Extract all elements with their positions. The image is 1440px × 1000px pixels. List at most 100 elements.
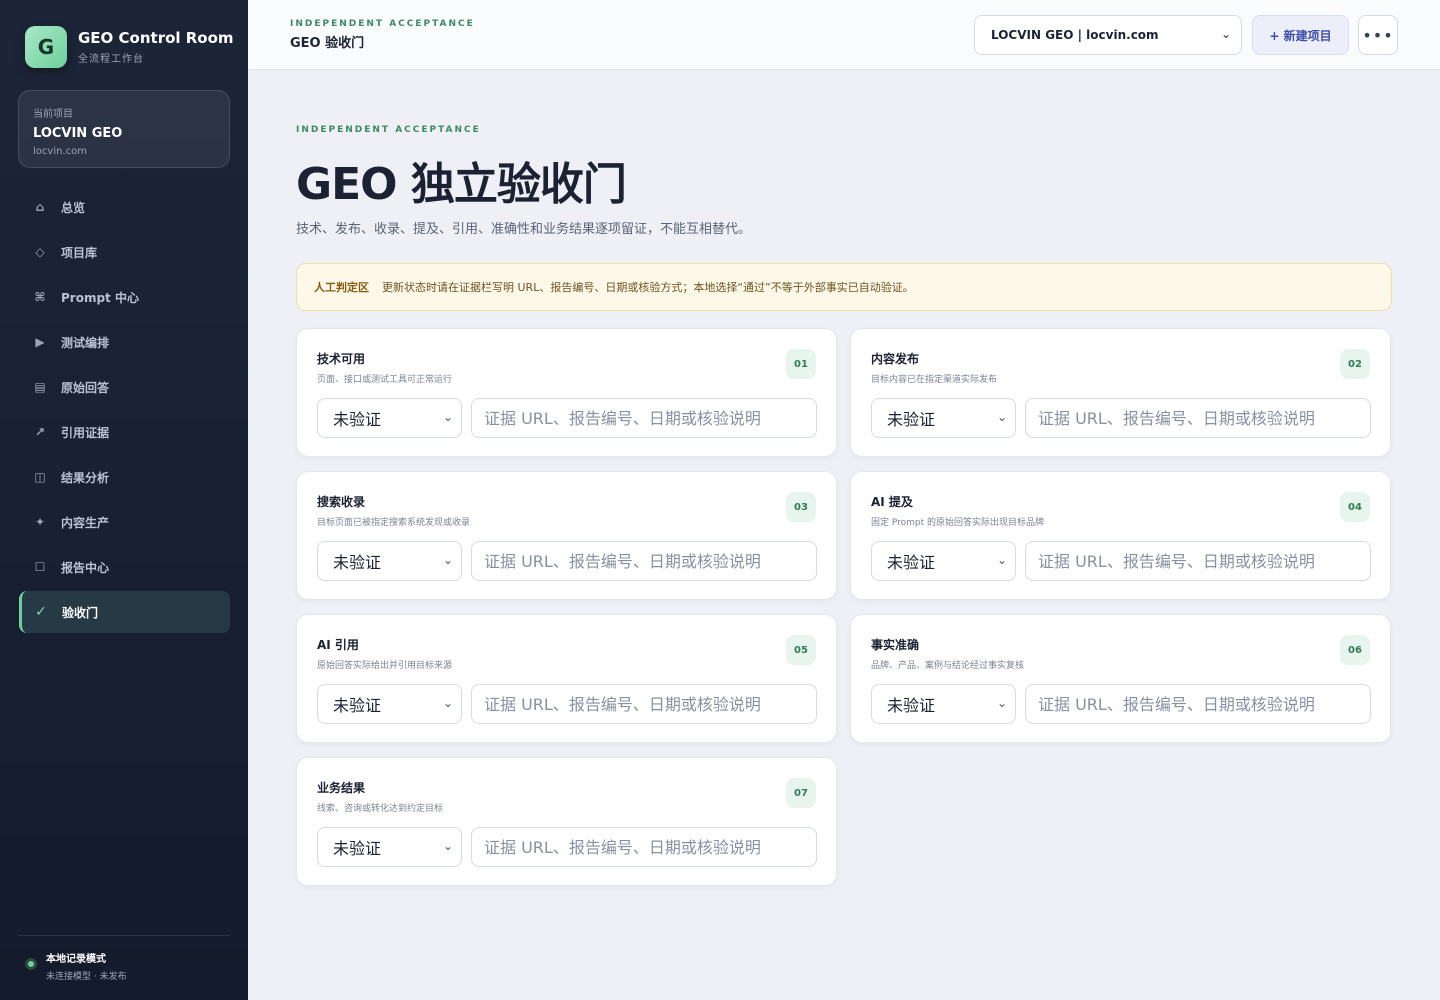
home-icon: ⌂ bbox=[35, 200, 45, 214]
sidebar-item-acceptance-gate[interactable]: ✓ 验收门 bbox=[19, 591, 230, 633]
gate-card-number: 01 bbox=[786, 349, 816, 379]
status-select-value: 未验证 bbox=[333, 410, 382, 429]
diamond-icon: ◇ bbox=[35, 245, 45, 259]
gate-card-title: 技术可用 bbox=[317, 352, 366, 366]
evidence-input[interactable] bbox=[1025, 684, 1371, 724]
chevron-down-icon: ⌄ bbox=[996, 696, 1007, 710]
sidebar-item-citations[interactable]: ↗ 引用证据 bbox=[19, 411, 230, 453]
chevron-down-icon: ⌄ bbox=[996, 410, 1007, 424]
gate-card-title: AI 提及 bbox=[871, 495, 913, 509]
status-select[interactable]: 未验证 ⌄ bbox=[317, 398, 462, 438]
current-project-name: LOCVIN GEO bbox=[33, 126, 123, 141]
current-project-domain: locvin.com bbox=[33, 146, 87, 157]
gate-card-subtitle: 固定 Prompt 的原始回答实际出现目标品牌 bbox=[871, 518, 1045, 528]
sparkle-icon: ✦ bbox=[34, 515, 46, 529]
status-select[interactable]: 未验证 ⌄ bbox=[871, 541, 1016, 581]
evidence-input[interactable] bbox=[471, 684, 817, 724]
gate-card-title: AI 引用 bbox=[317, 638, 359, 652]
evidence-input[interactable] bbox=[471, 398, 817, 438]
evidence-input[interactable] bbox=[471, 541, 817, 581]
sidebar-item-label: 测试编排 bbox=[61, 335, 110, 350]
chevron-down-icon: ⌄ bbox=[1220, 27, 1231, 41]
gate-card-ai-citation: AI 引用 原始回答实际给出并引用目标来源 05 未验证 ⌄ bbox=[296, 614, 837, 743]
gate-card-subtitle: 目标页面已被指定搜索系统发现或收录 bbox=[317, 518, 471, 528]
gate-card-indexing: 搜索收录 目标页面已被指定搜索系统发现或收录 03 未验证 ⌄ bbox=[296, 471, 837, 600]
gate-card-number: 07 bbox=[786, 778, 816, 808]
chevron-down-icon: ⌄ bbox=[442, 410, 453, 424]
sidebar-item-label: Prompt 中心 bbox=[61, 290, 139, 305]
new-project-button[interactable]: + 新建项目 bbox=[1252, 15, 1349, 55]
status-select-value: 未验证 bbox=[887, 696, 936, 715]
gate-card-technical: 技术可用 页面、接口或测试工具可正常运行 01 未验证 ⌄ bbox=[296, 328, 837, 457]
status-select-value: 未验证 bbox=[887, 553, 936, 572]
sidebar-item-test-orchestration[interactable]: ▶ 测试编排 bbox=[19, 321, 230, 363]
status-select[interactable]: 未验证 ⌄ bbox=[317, 684, 462, 724]
mode-subtitle: 未连接模型 · 未发布 bbox=[46, 972, 127, 982]
status-select-value: 未验证 bbox=[887, 410, 936, 429]
evidence-input[interactable] bbox=[471, 827, 817, 867]
sidebar-item-reports[interactable]: ☐ 报告中心 bbox=[19, 546, 230, 588]
more-options-button[interactable]: ••• bbox=[1358, 15, 1398, 55]
gate-card-title: 内容发布 bbox=[871, 352, 920, 366]
command-icon: ⌘ bbox=[34, 290, 46, 304]
gate-card-subtitle: 页面、接口或测试工具可正常运行 bbox=[317, 375, 453, 385]
chevron-down-icon: ⌄ bbox=[442, 553, 453, 567]
more-icon: ••• bbox=[1362, 25, 1394, 45]
current-project-card[interactable]: 当前项目 LOCVIN GEO locvin.com bbox=[18, 90, 230, 168]
sidebar-item-label: 总览 bbox=[61, 200, 86, 215]
sidebar-item-overview[interactable]: ⌂ 总览 bbox=[19, 186, 230, 228]
gate-card-number: 03 bbox=[786, 492, 816, 522]
sidebar-item-label: 结果分析 bbox=[61, 470, 110, 485]
brand: G GEO Control Room 全流程工作台 bbox=[25, 26, 234, 68]
gate-card-fact-accuracy: 事实准确 品牌、产品、案例与结论经过事实复核 06 未验证 ⌄ bbox=[850, 614, 1391, 743]
chevron-down-icon: ⌄ bbox=[996, 553, 1007, 567]
document-icon: ▤ bbox=[34, 380, 46, 394]
gate-card-number: 05 bbox=[786, 635, 816, 665]
check-icon: ✓ bbox=[35, 604, 47, 620]
sidebar-item-label: 引用证据 bbox=[61, 425, 110, 440]
gate-card-number: 06 bbox=[1340, 635, 1370, 665]
sidebar-item-prompts[interactable]: ⌘ Prompt 中心 bbox=[19, 276, 230, 318]
current-project-label: 当前项目 bbox=[33, 109, 73, 120]
status-select-value: 未验证 bbox=[333, 839, 382, 858]
notice-label: 人工判定区 bbox=[314, 281, 369, 294]
notice-text: 更新状态时请在证据栏写明 URL、报告编号、日期或核验方式；本地选择“通过”不等… bbox=[382, 281, 914, 294]
brand-logo-icon: G bbox=[25, 26, 67, 68]
sidebar-item-analysis[interactable]: ◫ 结果分析 bbox=[19, 456, 230, 498]
chevron-down-icon: ⌄ bbox=[442, 696, 453, 710]
gate-card-number: 04 bbox=[1340, 492, 1370, 522]
page-title: GEO 独立验收门 bbox=[296, 159, 627, 210]
status-select[interactable]: 未验证 ⌄ bbox=[871, 684, 1016, 724]
arrow-up-right-icon: ↗ bbox=[34, 425, 46, 439]
app-subtitle: 全流程工作台 bbox=[78, 54, 144, 65]
app-title: GEO Control Room bbox=[78, 29, 234, 47]
gate-card-subtitle: 品牌、产品、案例与结论经过事实复核 bbox=[871, 661, 1025, 671]
columns-icon: ◫ bbox=[34, 470, 46, 484]
sidebar-item-label: 项目库 bbox=[61, 245, 98, 260]
sidebar-item-label: 内容生产 bbox=[61, 515, 110, 530]
sidebar-item-projects[interactable]: ◇ 项目库 bbox=[19, 231, 230, 273]
gate-card-business-result: 业务结果 线索、咨询或转化达到约定目标 07 未验证 ⌄ bbox=[296, 757, 837, 886]
status-select[interactable]: 未验证 ⌄ bbox=[317, 541, 462, 581]
sidebar-nav: ⌂ 总览 ◇ 项目库 ⌘ Prompt 中心 ▶ 测试编排 ▤ 原始回答 ↗ 引… bbox=[19, 186, 230, 636]
sidebar-item-content[interactable]: ✦ 内容生产 bbox=[19, 501, 230, 543]
sidebar-item-raw-answers[interactable]: ▤ 原始回答 bbox=[19, 366, 230, 408]
sidebar-item-label: 原始回答 bbox=[61, 380, 110, 395]
topbar: INDEPENDENT ACCEPTANCE GEO 验收门 LOCVIN GE… bbox=[248, 0, 1440, 70]
evidence-input[interactable] bbox=[1025, 398, 1371, 438]
status-select[interactable]: 未验证 ⌄ bbox=[871, 398, 1016, 438]
evidence-input[interactable] bbox=[1025, 541, 1371, 581]
status-dot-icon bbox=[25, 958, 37, 970]
status-select[interactable]: 未验证 ⌄ bbox=[317, 827, 462, 867]
topbar-eyebrow: INDEPENDENT ACCEPTANCE bbox=[290, 19, 475, 29]
mode-status: 本地记录模式 未连接模型 · 未发布 bbox=[25, 950, 127, 982]
status-select-value: 未验证 bbox=[333, 553, 382, 572]
mode-title: 本地记录模式 bbox=[46, 954, 106, 965]
gate-card-number: 02 bbox=[1340, 349, 1370, 379]
sidebar-divider bbox=[18, 935, 230, 936]
gate-card-subtitle: 线索、咨询或转化达到约定目标 bbox=[317, 804, 444, 814]
sidebar-item-label: 报告中心 bbox=[61, 560, 110, 575]
project-select[interactable]: LOCVIN GEO | locvin.com ⌄ bbox=[974, 15, 1242, 55]
topbar-title: GEO 验收门 bbox=[290, 36, 365, 51]
sidebar: G GEO Control Room 全流程工作台 当前项目 LOCVIN GE… bbox=[0, 0, 248, 1000]
